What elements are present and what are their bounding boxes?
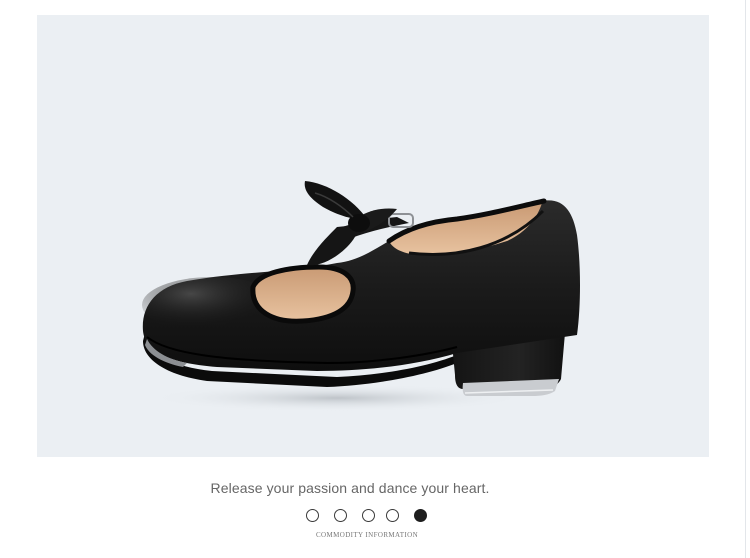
product-detail-page: Release your passion and dance your hear… [0,0,750,558]
page-edge [745,0,746,558]
carousel-dot-4[interactable] [386,509,399,522]
tap-shoe-image [142,181,580,412]
carousel-dot-5[interactable] [414,509,427,522]
product-tagline: Release your passion and dance your hear… [210,480,490,496]
carousel-dot-2[interactable] [334,509,347,522]
section-caption: COMMODITY INFORMATION [315,531,419,539]
carousel-indicators [306,509,432,525]
carousel-dot-1[interactable] [306,509,319,522]
carousel-dot-3[interactable] [362,509,375,522]
product-photo [37,15,709,457]
